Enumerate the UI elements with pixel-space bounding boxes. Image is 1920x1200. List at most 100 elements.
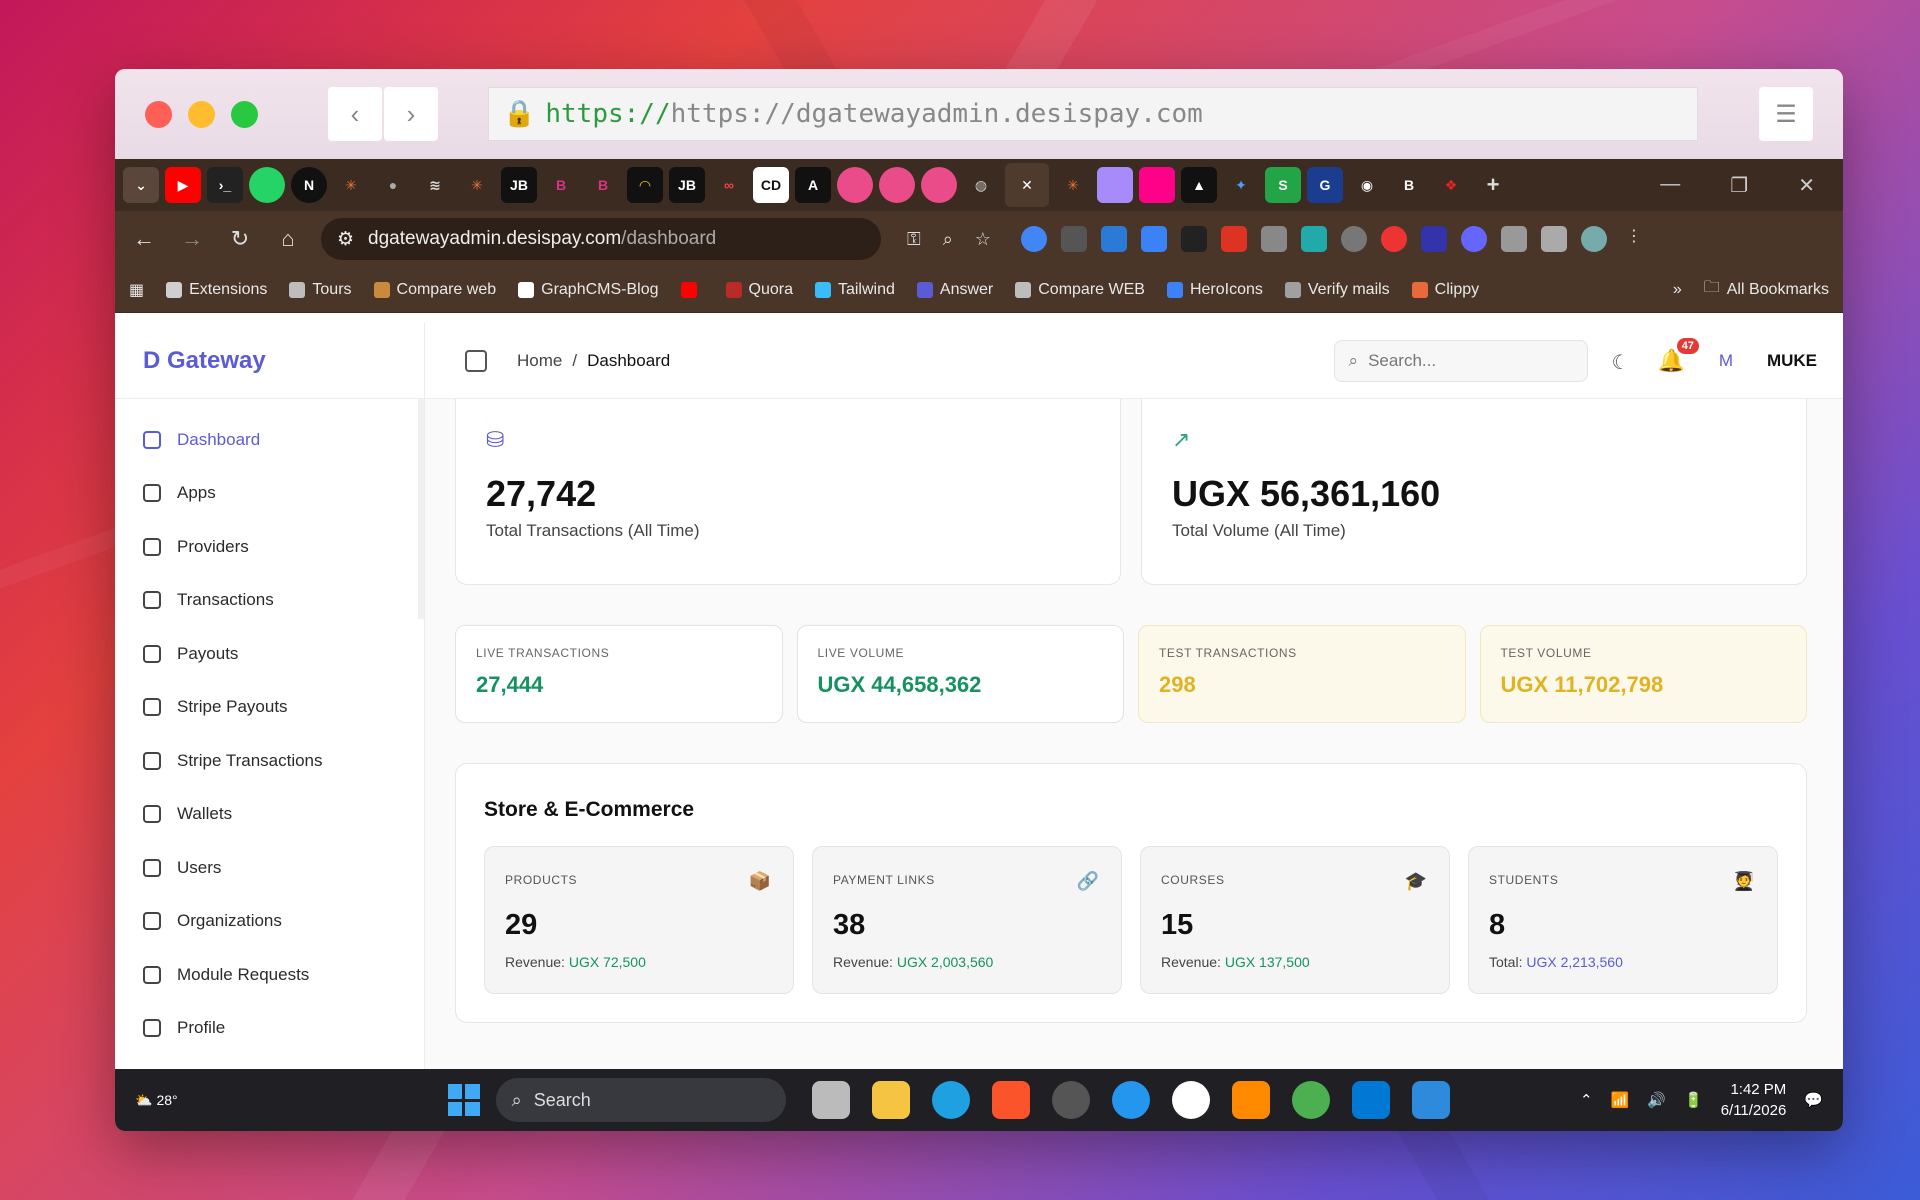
tab-b1[interactable]: B <box>543 167 579 203</box>
extension-icon[interactable] <box>1060 226 1087 252</box>
forward-icon[interactable]: › <box>384 87 438 141</box>
home-icon[interactable]: ⌂ <box>273 226 303 252</box>
photos-icon[interactable] <box>1411 1081 1450 1119</box>
chrome-icon[interactable] <box>1291 1081 1330 1119</box>
password-key-icon[interactable]: ⚿ <box>907 229 921 250</box>
tab-gemini[interactable]: ✦ <box>1223 167 1259 203</box>
tab-layers[interactable] <box>1139 167 1175 203</box>
bookmark-item[interactable]: Compare web <box>373 281 496 299</box>
tab-apple[interactable]: ● <box>375 167 411 203</box>
extension-icon[interactable] <box>1140 226 1167 252</box>
bookmark-item[interactable]: HeroIcons <box>1166 281 1263 299</box>
search-tool-icon[interactable] <box>1231 1081 1270 1119</box>
avatar[interactable]: M <box>1709 344 1743 378</box>
tab-gauge[interactable]: ◠ <box>627 167 663 203</box>
volume-icon[interactable]: 🔊 <box>1647 1091 1666 1109</box>
bell-icon[interactable]: 🔔 47 <box>1658 337 1699 374</box>
address-input[interactable]: ⚙ dgatewayadmin.desispay.com/dashboard <box>321 218 881 260</box>
profile-avatar-icon[interactable] <box>1580 226 1607 252</box>
weather-widget[interactable]: ⛅ 28° <box>135 1092 178 1109</box>
new-tab-button[interactable]: + <box>1475 167 1511 203</box>
minimize-window-button[interactable] <box>188 100 215 128</box>
tab-search-icon[interactable]: ⌄ <box>123 167 159 203</box>
battery-icon[interactable]: 🔋 <box>1684 1091 1703 1109</box>
minimize-icon[interactable]: — <box>1660 173 1680 198</box>
tab-github[interactable]: ◉ <box>1349 167 1385 203</box>
extension-icon[interactable] <box>1020 226 1047 252</box>
clock[interactable]: 1:42 PM 6/11/2026 <box>1721 1079 1787 1121</box>
extension-icon[interactable] <box>1180 226 1207 252</box>
close-window-button[interactable] <box>145 100 172 128</box>
tab-dribbble-1[interactable] <box>837 167 873 203</box>
camera-icon[interactable] <box>1260 226 1287 252</box>
maximize-window-button[interactable] <box>231 100 258 128</box>
sidebar-item-stripe-transactions[interactable]: Stripe Transactions <box>115 734 424 788</box>
bookmark-item[interactable]: Compare WEB <box>1015 281 1145 299</box>
sidebar-item-payouts[interactable]: Payouts <box>115 627 424 681</box>
extension-icon[interactable] <box>1460 226 1487 252</box>
tab-terminal[interactable]: ›_ <box>207 167 243 203</box>
brand-logo[interactable]: D Gateway <box>115 323 424 399</box>
download-icon[interactable] <box>1540 226 1567 252</box>
sidebar-item-module-requests[interactable]: Module Requests <box>115 948 424 1002</box>
extension-icon[interactable] <box>1380 226 1407 252</box>
restore-icon[interactable]: ❐ <box>1730 173 1748 198</box>
sidebar-item-stripe-payouts[interactable]: Stripe Payouts <box>115 681 424 735</box>
vscode-icon[interactable] <box>1351 1081 1390 1119</box>
bookmark-item[interactable]: Clippy <box>1411 281 1479 299</box>
windows-start-icon[interactable] <box>447 1084 480 1116</box>
apps-grid-icon[interactable]: ▦ <box>129 280 144 300</box>
tab-dribbble-3[interactable] <box>921 167 957 203</box>
tab-claude-2[interactable]: ✳ <box>459 167 495 203</box>
tab-next[interactable]: N <box>291 167 327 203</box>
sidebar-item-users[interactable]: Users <box>115 841 424 895</box>
more-bookmarks-icon[interactable]: » <box>1673 281 1682 299</box>
tab-jb[interactable]: JB <box>501 167 537 203</box>
tab-globe[interactable]: ◍ <box>963 167 999 203</box>
tab-b-bold[interactable]: B <box>1391 167 1427 203</box>
tab-claude-3[interactable]: ✳ <box>1055 167 1091 203</box>
bookmark-item[interactable]: Tailwind <box>814 281 895 299</box>
bookmark-item[interactable]: Tours <box>289 281 352 299</box>
power-icon[interactable] <box>1340 226 1367 252</box>
tab-claude[interactable]: ✳ <box>333 167 369 203</box>
back-icon[interactable]: ‹ <box>328 87 382 141</box>
search-input[interactable]: ⌕ Search... <box>1333 339 1588 382</box>
app-icon[interactable] <box>1171 1081 1210 1119</box>
bookmark-star-icon[interactable]: ☆ <box>975 229 991 250</box>
user-name[interactable]: MUKE <box>1767 351 1817 371</box>
reload-icon[interactable]: ↻ <box>225 226 255 252</box>
wifi-icon[interactable]: 📶 <box>1611 1091 1630 1109</box>
tab-g[interactable]: G <box>1307 167 1343 203</box>
tab-b2[interactable]: B <box>585 167 621 203</box>
extension-icon[interactable] <box>1300 226 1327 252</box>
sidebar-item-dashboard[interactable]: Dashboard <box>115 413 424 467</box>
tab-dribbble-2[interactable] <box>879 167 915 203</box>
bookmark-item[interactable] <box>680 281 704 298</box>
docker-icon[interactable] <box>1111 1081 1150 1119</box>
notification-center-icon[interactable]: 💬 <box>1804 1091 1823 1109</box>
sidebar-item-providers[interactable]: Providers <box>115 520 424 574</box>
sidebar-scrollbar[interactable] <box>418 399 424 619</box>
tab-active-close[interactable]: ✕ <box>1005 163 1049 207</box>
tab-youtube[interactable]: ▶ <box>165 167 201 203</box>
extension-icon[interactable] <box>1220 226 1247 252</box>
tab-whatsapp[interactable] <box>249 167 285 203</box>
tab-vercel[interactable]: ▲ <box>1181 167 1217 203</box>
tab-infinity[interactable]: ∞ <box>711 167 747 203</box>
extension-icon[interactable] <box>1100 226 1127 252</box>
tab-a[interactable]: A <box>795 167 831 203</box>
sidebar-item-profile[interactable]: Profile <box>115 1002 424 1056</box>
tab-cd[interactable]: CD <box>753 167 789 203</box>
task-view-icon[interactable] <box>811 1081 850 1119</box>
dark-mode-toggle-icon[interactable]: ☾ <box>1612 350 1634 374</box>
tab-dragon[interactable]: ❖ <box>1433 167 1469 203</box>
kebab-menu-icon[interactable]: ⋮ <box>1621 226 1647 252</box>
breadcrumb-home[interactable]: Home <box>517 351 562 371</box>
site-info-icon[interactable]: ⚙ <box>337 228 354 251</box>
brave-icon[interactable] <box>991 1081 1030 1119</box>
sidebar-item-apps[interactable]: Apps <box>115 467 424 521</box>
bookmark-item[interactable]: GraphCMS-Blog <box>518 281 659 299</box>
bookmark-item[interactable]: Verify mails <box>1284 281 1390 299</box>
forward-arrow-icon[interactable]: → <box>177 226 207 252</box>
